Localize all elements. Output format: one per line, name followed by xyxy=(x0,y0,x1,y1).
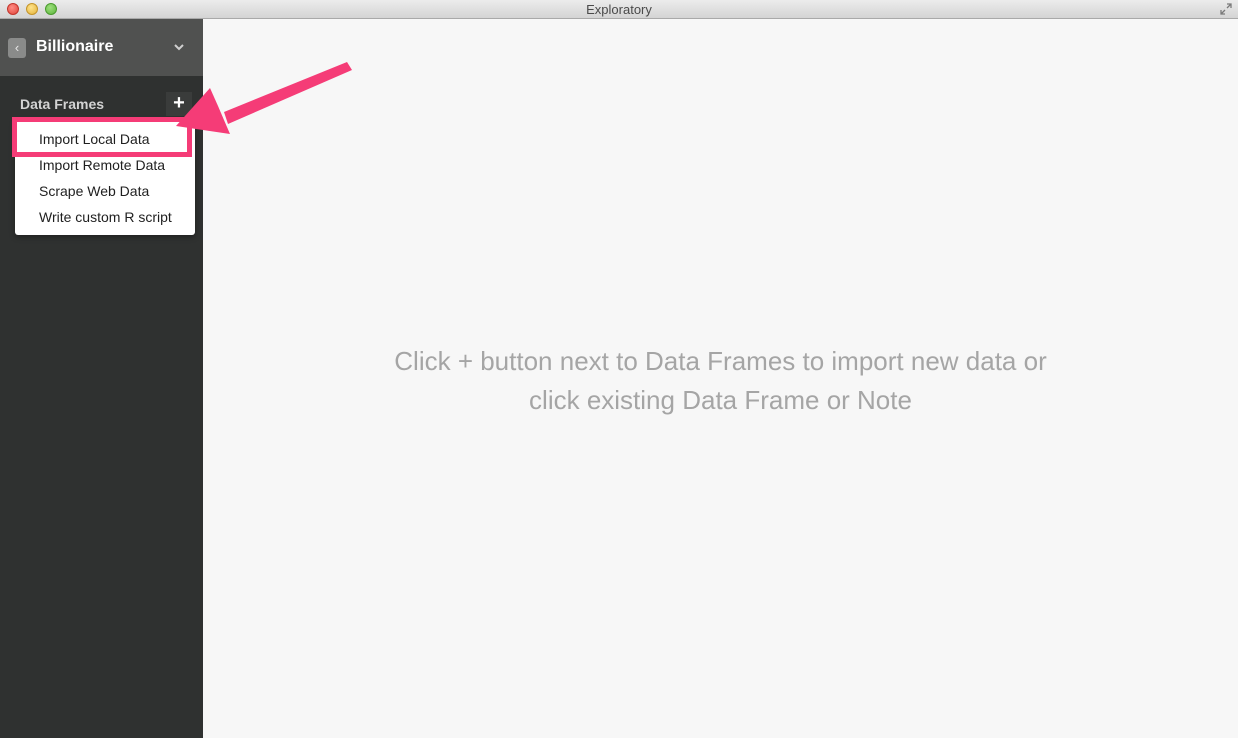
main-content: Click + button next to Data Frames to im… xyxy=(203,19,1238,738)
fullscreen-arrows-icon[interactable] xyxy=(1220,3,1232,15)
app-window: Exploratory ‹ Billionaire Data Frames + … xyxy=(0,0,1238,738)
chevron-left-icon: ‹ xyxy=(14,40,20,55)
menu-item-import-remote-data[interactable]: Import Remote Data xyxy=(15,152,195,178)
title-bar: Exploratory xyxy=(0,0,1238,19)
empty-state-message: Click + button next to Data Frames to im… xyxy=(394,346,1047,415)
menu-item-write-custom-r-script[interactable]: Write custom R script xyxy=(15,204,195,230)
project-title[interactable]: Billionaire xyxy=(36,38,113,56)
import-menu: Import Local Data Import Remote Data Scr… xyxy=(15,120,195,235)
chevron-down-icon[interactable] xyxy=(172,40,186,54)
back-button[interactable]: ‹ xyxy=(8,38,26,58)
project-header: ‹ Billionaire xyxy=(0,19,203,76)
menu-item-scrape-web-data[interactable]: Scrape Web Data xyxy=(15,178,195,204)
window-title: Exploratory xyxy=(586,2,652,17)
menu-item-import-local-data[interactable]: Import Local Data xyxy=(15,126,195,152)
data-frames-label: Data Frames xyxy=(20,96,105,112)
add-data-frame-button[interactable]: + xyxy=(166,92,192,116)
